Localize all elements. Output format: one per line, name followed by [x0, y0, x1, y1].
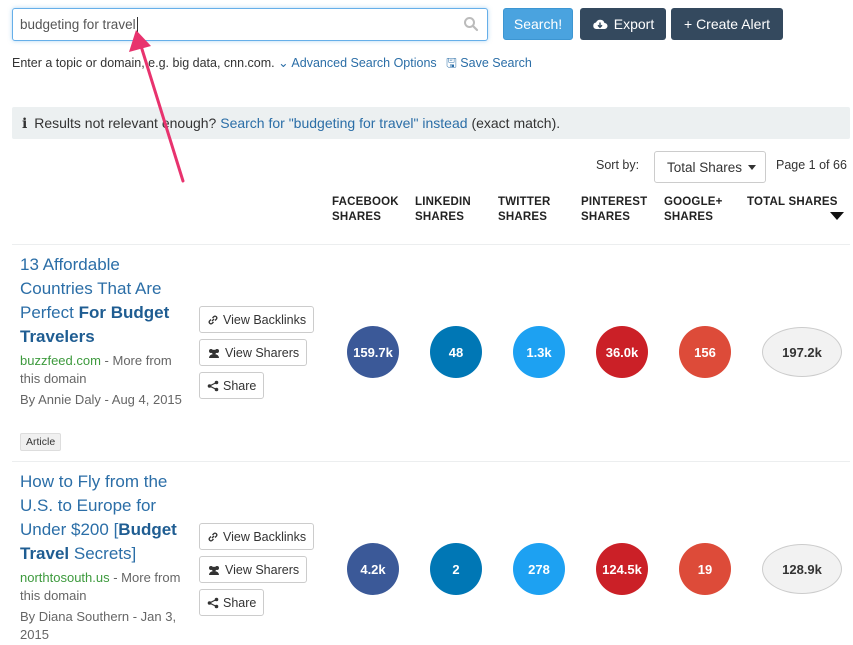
chevron-down-icon: ⌄ — [278, 56, 289, 70]
column-total-shares[interactable]: TOTAL SHARES — [747, 195, 838, 210]
link-icon — [208, 532, 218, 541]
save-search-label: Save Search — [460, 56, 532, 70]
exact-match-link[interactable]: Search for "budgeting for travel" instea… — [220, 115, 467, 131]
advanced-search-link[interactable]: ⌄ Advanced Search Options — [278, 56, 437, 70]
total-shares-count[interactable]: 197.2k — [762, 327, 842, 377]
search-hint: Enter a topic or domain, e.g. big data, … — [12, 54, 532, 75]
create-alert-label: + Create Alert — [684, 16, 770, 32]
sort-desc-icon[interactable] — [830, 212, 844, 220]
column-linkedin-shares[interactable]: LINKEDIN SHARES — [415, 195, 471, 225]
notice-prefix: Results not relevant enough? — [34, 115, 217, 131]
result-domain-line: northtosouth.us - More from this domain — [20, 569, 185, 605]
caret-down-icon — [747, 165, 756, 170]
page-info: Page 1 of 66 — [776, 158, 847, 172]
googleplus-shares-count: 156 — [679, 326, 731, 378]
result-domain-link[interactable]: northtosouth.us — [20, 570, 110, 585]
view-sharers-button[interactable]: View Sharers — [199, 556, 308, 583]
share-icon — [207, 380, 219, 391]
save-search-link[interactable]: 🖫 Save Search — [446, 56, 532, 70]
cloud-download-icon — [593, 19, 608, 29]
twitter-shares-count: 278 — [513, 543, 565, 595]
content-type-badge: Article — [20, 433, 62, 451]
create-alert-button[interactable]: + Create Alert — [671, 8, 783, 40]
column-label: SHARES — [664, 211, 714, 223]
export-button[interactable]: Export — [580, 8, 666, 40]
notice-suffix: (exact match). — [471, 115, 561, 131]
column-label: PINTEREST — [581, 196, 648, 208]
column-googleplus-shares[interactable]: GOOGLE+ SHARES — [664, 195, 723, 225]
column-facebook-shares[interactable]: FACEBOOK SHARES — [332, 195, 399, 225]
total-shares-count[interactable]: 128.9k — [762, 544, 842, 594]
view-backlinks-button[interactable]: View Backlinks — [199, 306, 315, 333]
column-pinterest-shares[interactable]: PINTEREST SHARES — [581, 195, 647, 225]
share-icon — [207, 597, 219, 608]
facebook-shares-count: 4.2k — [347, 543, 399, 595]
link-icon — [208, 315, 218, 324]
column-label: LINKEDIN — [415, 196, 471, 208]
hint-text: Enter a topic or domain, e.g. big data, … — [12, 56, 275, 70]
sort-selected: Total Shares — [667, 160, 743, 175]
view-backlinks-button[interactable]: View Backlinks — [199, 523, 315, 550]
sort-select[interactable]: Total Shares — [654, 151, 766, 183]
result-title[interactable]: 13 Affordable Countries That Are Perfect… — [20, 253, 185, 349]
result-byline: By Diana Southern - Jan 3, 2015 — [20, 609, 177, 642]
view-sharers-label: View Sharers — [225, 345, 300, 360]
view-backlinks-label: View Backlinks — [223, 312, 307, 327]
share-label: Share — [223, 378, 257, 393]
export-label: Export — [613, 16, 655, 32]
view-backlinks-label: View Backlinks — [223, 529, 307, 544]
column-label: SHARES — [332, 211, 382, 223]
column-label: TWITTER — [498, 196, 551, 208]
view-sharers-label: View Sharers — [225, 562, 300, 577]
share-button[interactable]: Share — [199, 372, 265, 399]
pinterest-shares-count: 124.5k — [596, 543, 648, 595]
sort-label: Sort by: — [596, 158, 640, 172]
advanced-search-label: Advanced Search Options — [291, 56, 437, 70]
search-button-label: Search! — [513, 16, 563, 32]
pinterest-shares-count: 36.0k — [596, 326, 648, 378]
search-button[interactable]: Search! — [503, 8, 573, 40]
text-caret — [136, 17, 138, 32]
users-icon — [209, 565, 219, 575]
users-icon — [209, 348, 219, 358]
result-title[interactable]: How to Fly from the U.S. to Europe for U… — [20, 470, 185, 566]
column-label: FACEBOOK — [332, 196, 399, 208]
search-input[interactable]: budgeting for travel — [12, 8, 488, 41]
result-domain-line: buzzfeed.com - More from this domain — [20, 352, 185, 388]
column-label: SHARES — [498, 211, 548, 223]
result-domain-link[interactable]: buzzfeed.com — [20, 353, 101, 368]
facebook-shares-count: 159.7k — [347, 326, 399, 378]
search-icon[interactable] — [463, 16, 479, 32]
share-label: Share — [223, 595, 257, 610]
info-icon: i — [22, 116, 28, 132]
floppy-disk-icon: 🖫 — [446, 56, 457, 70]
divider — [12, 461, 850, 462]
googleplus-shares-count: 19 — [679, 543, 731, 595]
column-twitter-shares[interactable]: TWITTER SHARES — [498, 195, 551, 225]
view-sharers-button[interactable]: View Sharers — [199, 339, 308, 366]
linkedin-shares-count: 48 — [430, 326, 482, 378]
column-label: TOTAL SHARES — [747, 196, 838, 208]
share-button[interactable]: Share — [199, 589, 265, 616]
linkedin-shares-count: 2 — [430, 543, 482, 595]
twitter-shares-count: 1.3k — [513, 326, 565, 378]
title-tail: Secrets] — [69, 544, 137, 563]
divider — [12, 244, 850, 245]
column-label: GOOGLE+ — [664, 196, 723, 208]
search-value: budgeting for travel — [20, 17, 136, 32]
column-label: SHARES — [581, 211, 631, 223]
relevance-notice: i Results not relevant enough? Search fo… — [12, 107, 850, 139]
column-label: SHARES — [415, 211, 465, 223]
result-byline: By Annie Daly - Aug 4, 2015 — [20, 392, 182, 407]
